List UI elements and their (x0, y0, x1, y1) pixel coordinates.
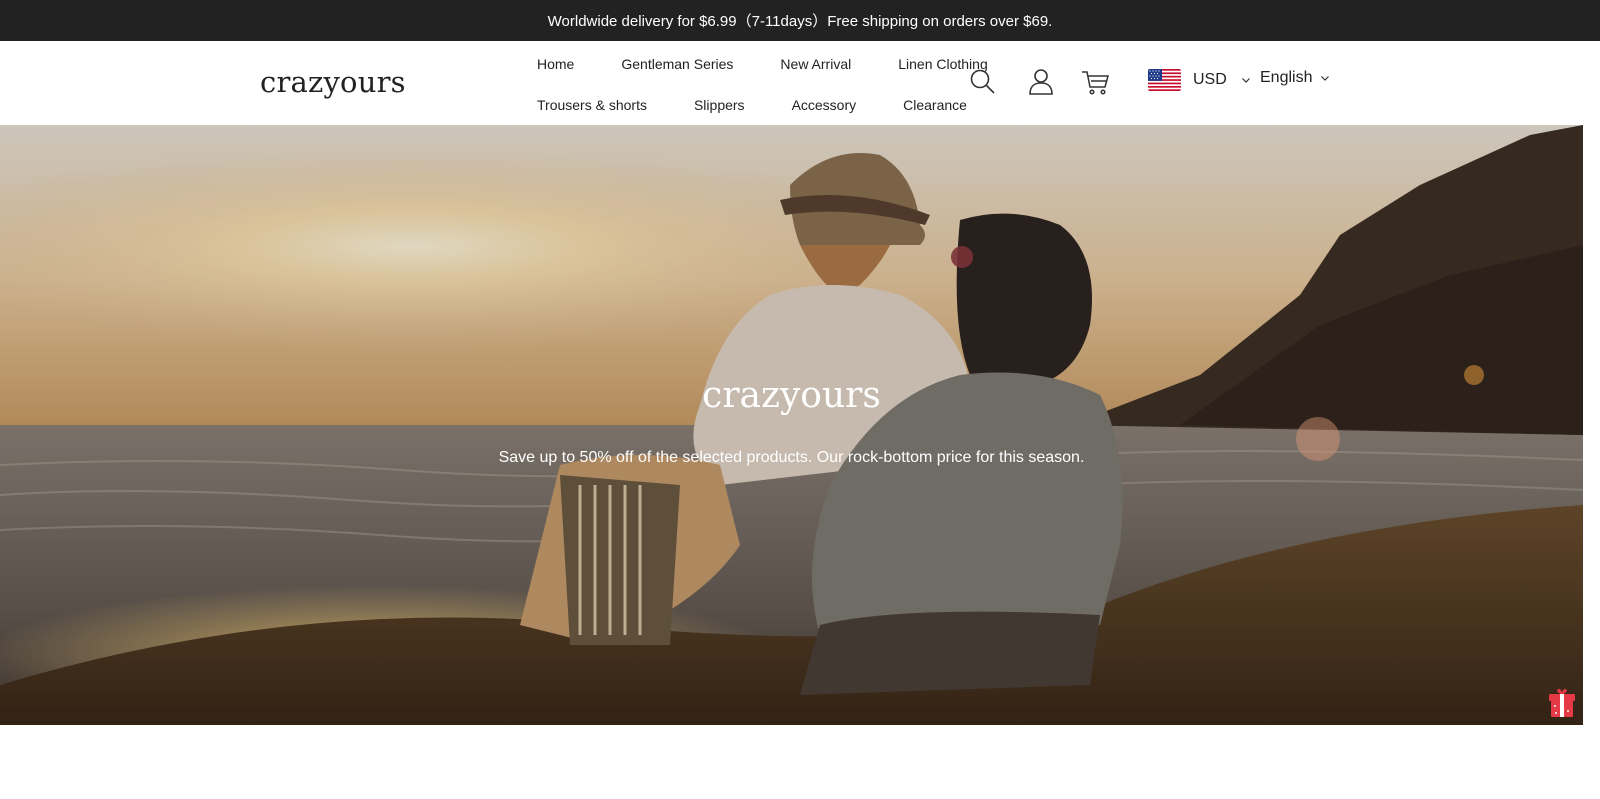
nav-item-new-arrival[interactable]: New Arrival (780, 54, 851, 74)
cart-button[interactable] (1080, 66, 1112, 98)
announcement-text: Worldwide delivery for $6.99（7-11days）Fr… (547, 13, 1053, 30)
account-button[interactable] (1025, 66, 1057, 98)
account-icon (1029, 69, 1053, 95)
currency-label: USD (1193, 71, 1227, 88)
search-icon (970, 69, 995, 94)
gift-button[interactable] (1547, 685, 1577, 719)
hero-subtitle: Save up to 50% off of the selected produ… (498, 449, 1085, 466)
chevron-down-icon (1321, 76, 1330, 81)
nav-item-gentleman-series[interactable]: Gentleman Series (621, 54, 733, 74)
site-logo[interactable]: crazyours (260, 65, 406, 99)
nav-item-slippers[interactable]: Slippers (694, 95, 745, 115)
nav-item-accessory[interactable]: Accessory (792, 95, 857, 115)
us-flag-icon (1148, 69, 1181, 91)
hero-title: crazyours (702, 375, 881, 416)
search-button[interactable] (967, 66, 999, 98)
hero-banner[interactable]: crazyours Save up to 50% off of the sele… (0, 125, 1583, 725)
site-header: crazyours Home Gentleman Series New Arri… (0, 41, 1600, 125)
language-selector[interactable]: English (1260, 69, 1330, 87)
cart-icon (1082, 71, 1109, 95)
language-label: English (1260, 69, 1313, 86)
main-nav-row-1: Home Gentleman Series New Arrival Linen … (537, 54, 988, 74)
gift-icon (1549, 688, 1575, 717)
nav-item-home[interactable]: Home (537, 54, 574, 74)
chevron-down-icon (1241, 78, 1250, 83)
announcement-bar: Worldwide delivery for $6.99（7-11days）Fr… (0, 0, 1600, 41)
currency-selector[interactable]: USD (1148, 69, 1251, 91)
main-nav-row-2: Trousers & shorts Slippers Accessory Cle… (537, 95, 967, 115)
hero-background-image (0, 125, 1583, 725)
nav-item-clearance[interactable]: Clearance (903, 95, 967, 115)
nav-item-trousers-shorts[interactable]: Trousers & shorts (537, 95, 647, 115)
